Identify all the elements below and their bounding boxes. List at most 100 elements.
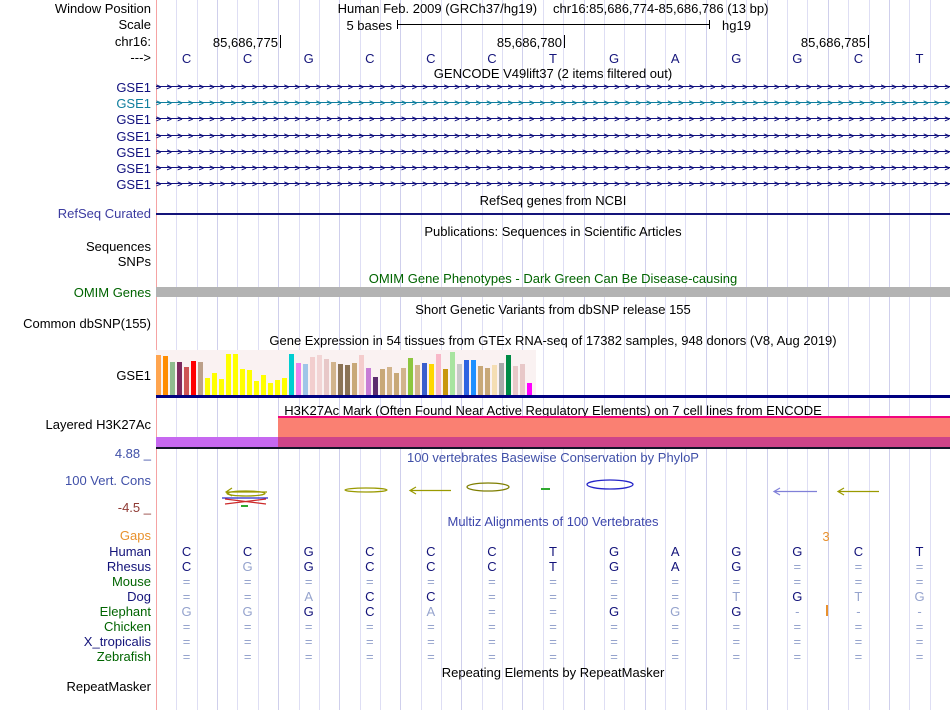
- gtex-bar[interactable]: [415, 365, 420, 395]
- gtex-bar[interactable]: [471, 360, 476, 395]
- gtex-bar[interactable]: [499, 363, 504, 395]
- gtex-bar[interactable]: [163, 356, 168, 395]
- gtex-bar[interactable]: [191, 361, 196, 395]
- gtex-center-title[interactable]: Gene Expression in 54 tissues from GTEx …: [156, 334, 950, 347]
- gtex-bar[interactable]: [247, 370, 252, 395]
- gtex-bar[interactable]: [282, 378, 287, 395]
- multiz-species-label[interactable]: Mouse: [0, 574, 151, 589]
- gtex-bar[interactable]: [170, 362, 175, 395]
- gene-row[interactable]: >>>>>>>>>>>>>>>>>>>>>>>>>>>>>>>>>>>>>>>>…: [156, 82, 950, 92]
- multiz-species-label[interactable]: Elephant: [0, 604, 151, 619]
- gencode-center-title[interactable]: GENCODE V49lift37 (2 items filtered out): [156, 67, 950, 80]
- gene-label[interactable]: GSE1: [0, 177, 151, 192]
- gtex-bar[interactable]: [520, 364, 525, 395]
- snps-track-label[interactable]: SNPs: [0, 255, 151, 268]
- gtex-bar[interactable]: [485, 368, 490, 395]
- gtex-bar[interactable]: [380, 369, 385, 395]
- h3k27ac-track-label[interactable]: Layered H3K27Ac: [0, 418, 151, 431]
- gtex-bar[interactable]: [177, 362, 182, 395]
- gtex-bar[interactable]: [254, 381, 259, 395]
- multiz-species-label[interactable]: Human: [0, 544, 151, 559]
- gtex-bar[interactable]: [212, 373, 217, 395]
- multiz-center-title[interactable]: Multiz Alignments of 100 Vertebrates: [156, 515, 950, 528]
- gtex-bar[interactable]: [184, 367, 189, 395]
- gtex-track-label[interactable]: GSE1: [0, 369, 151, 382]
- multiz-species-label[interactable]: Zebrafish: [0, 649, 151, 664]
- gene-label[interactable]: GSE1: [0, 80, 151, 95]
- gtex-bar[interactable]: [443, 369, 448, 395]
- gtex-bar[interactable]: [394, 373, 399, 395]
- multiz-species-label[interactable]: X_tropicalis: [0, 634, 151, 649]
- gene-row[interactable]: >>>>>>>>>>>>>>>>>>>>>>>>>>>>>>>>>>>>>>>>…: [156, 147, 950, 157]
- gtex-bar[interactable]: [401, 368, 406, 395]
- gene-label[interactable]: GSE1: [0, 96, 151, 111]
- gtex-bar[interactable]: [422, 363, 427, 395]
- gtex-bar[interactable]: [198, 362, 203, 395]
- repeatmasker-center-title[interactable]: Repeating Elements by RepeatMasker: [156, 666, 950, 679]
- refseq-track-label[interactable]: RefSeq Curated: [0, 207, 151, 220]
- gtex-bar[interactable]: [464, 360, 469, 395]
- gene-row[interactable]: >>>>>>>>>>>>>>>>>>>>>>>>>>>>>>>>>>>>>>>>…: [156, 98, 950, 108]
- conservation-track-label[interactable]: 100 Vert. Cons: [0, 474, 151, 487]
- h3k27ac-signal-band[interactable]: [278, 437, 950, 447]
- gene-label[interactable]: GSE1: [0, 161, 151, 176]
- dbsnp-track-label[interactable]: Common dbSNP(155): [0, 317, 151, 330]
- multiz-species-label[interactable]: Rhesus: [0, 559, 151, 574]
- gtex-bar[interactable]: [324, 359, 329, 395]
- gtex-bar[interactable]: [226, 354, 231, 395]
- gene-row[interactable]: >>>>>>>>>>>>>>>>>>>>>>>>>>>>>>>>>>>>>>>>…: [156, 179, 950, 189]
- gtex-bar[interactable]: [156, 355, 161, 395]
- dbsnp-center-title[interactable]: Short Genetic Variants from dbSNP releas…: [156, 303, 950, 316]
- repeatmasker-track-label[interactable]: RepeatMasker: [0, 680, 151, 693]
- gtex-bar[interactable]: [219, 379, 224, 395]
- gtex-bar[interactable]: [359, 355, 364, 395]
- gtex-bar[interactable]: [331, 362, 336, 395]
- gene-row[interactable]: >>>>>>>>>>>>>>>>>>>>>>>>>>>>>>>>>>>>>>>>…: [156, 163, 950, 173]
- gtex-bar[interactable]: [387, 367, 392, 395]
- gtex-bar[interactable]: [408, 358, 413, 395]
- gtex-bar[interactable]: [205, 378, 210, 395]
- gtex-bar[interactable]: [345, 365, 350, 395]
- gene-label[interactable]: GSE1: [0, 129, 151, 144]
- gtex-bar[interactable]: [268, 383, 273, 395]
- gtex-bar[interactable]: [352, 363, 357, 395]
- gtex-bar[interactable]: [457, 364, 462, 395]
- gtex-bar[interactable]: [261, 375, 266, 395]
- omim-track-label[interactable]: OMIM Genes: [0, 286, 151, 299]
- gtex-bar[interactable]: [450, 352, 455, 395]
- h3k27ac-signal-block[interactable]: [278, 418, 950, 437]
- gene-label[interactable]: GSE1: [0, 112, 151, 127]
- gtex-bar[interactable]: [513, 366, 518, 395]
- gtex-bar[interactable]: [289, 354, 294, 395]
- gtex-bar[interactable]: [338, 364, 343, 395]
- gtex-bar[interactable]: [492, 365, 497, 395]
- gtex-bar[interactable]: [506, 355, 511, 395]
- gtex-bar[interactable]: [275, 380, 280, 395]
- gtex-bar[interactable]: [310, 357, 315, 395]
- gtex-bar[interactable]: [429, 364, 434, 395]
- refseq-gene-line[interactable]: [156, 213, 950, 215]
- gtex-bar[interactable]: [527, 383, 532, 395]
- gtex-bar[interactable]: [373, 377, 378, 395]
- refseq-center-title[interactable]: RefSeq genes from NCBI: [156, 194, 950, 207]
- gtex-bar[interactable]: [317, 355, 322, 395]
- gtex-bar[interactable]: [240, 369, 245, 395]
- sequences-track-label[interactable]: Sequences: [0, 240, 151, 253]
- omim-gene-bar[interactable]: [156, 287, 950, 297]
- omim-center-title[interactable]: OMIM Gene Phenotypes - Dark Green Can Be…: [156, 272, 950, 285]
- gtex-bar[interactable]: [303, 364, 308, 395]
- gene-row[interactable]: >>>>>>>>>>>>>>>>>>>>>>>>>>>>>>>>>>>>>>>>…: [156, 114, 950, 124]
- publications-center-title[interactable]: Publications: Sequences in Scientific Ar…: [156, 225, 950, 238]
- multiz-species-label[interactable]: Chicken: [0, 619, 151, 634]
- gtex-bar[interactable]: [478, 366, 483, 395]
- conservation-center-title[interactable]: 100 vertebrates Basewise Conservation by…: [156, 451, 950, 464]
- gtex-bar[interactable]: [233, 354, 238, 395]
- gtex-bar[interactable]: [296, 363, 301, 395]
- gaps-row-label[interactable]: Gaps: [0, 529, 151, 542]
- multiz-species-label[interactable]: Dog: [0, 589, 151, 604]
- h3k27ac-left-band[interactable]: [156, 437, 278, 447]
- gene-label[interactable]: GSE1: [0, 145, 151, 160]
- gtex-bar[interactable]: [436, 354, 441, 395]
- gtex-bar[interactable]: [366, 368, 371, 395]
- gene-row[interactable]: >>>>>>>>>>>>>>>>>>>>>>>>>>>>>>>>>>>>>>>>…: [156, 131, 950, 141]
